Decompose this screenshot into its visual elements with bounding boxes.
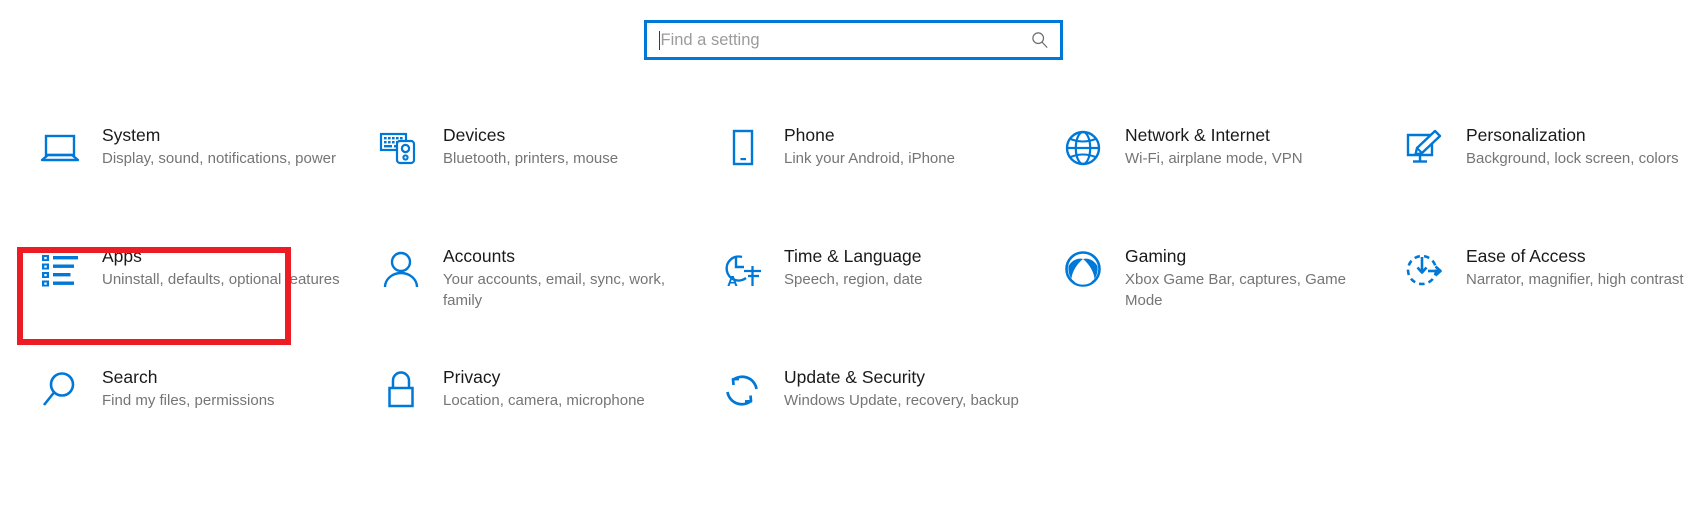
search-icon[interactable] — [1031, 31, 1049, 49]
settings-tile-gaming[interactable]: Gaming Xbox Game Bar, captures, Game Mod… — [1041, 231, 1382, 352]
tile-description: Wi-Fi, airplane mode, VPN — [1125, 150, 1303, 167]
settings-tile-personalization[interactable]: Personalization Background, lock screen,… — [1382, 110, 1706, 231]
settings-tile-network-internet[interactable]: Network & Internet Wi-Fi, airplane mode,… — [1041, 110, 1382, 231]
tile-description: Uninstall, defaults, optional features — [102, 271, 340, 288]
tile-title: Apps — [102, 246, 142, 266]
tile-title: Personalization — [1466, 125, 1586, 145]
phone-icon — [716, 126, 768, 170]
xbox-icon — [1057, 247, 1109, 291]
tile-title: Network & Internet — [1125, 125, 1270, 145]
settings-home-page: System Display, sound, notifications, po… — [0, 0, 1706, 513]
settings-tile-accounts[interactable]: Accounts Your accounts, email, sync, wor… — [359, 231, 700, 352]
tile-text: Network & Internet Wi-Fi, airplane mode,… — [1125, 124, 1364, 169]
tile-description: Your accounts, email, sync, work, family — [443, 271, 666, 309]
settings-tile-ease-of-access[interactable]: Ease of Access Narrator, magnifier, high… — [1382, 231, 1706, 352]
settings-tile-grid: System Display, sound, notifications, po… — [0, 110, 1706, 473]
tile-title: Devices — [443, 125, 506, 145]
tile-text: Ease of Access Narrator, magnifier, high… — [1466, 245, 1705, 290]
tile-title: Accounts — [443, 246, 515, 266]
magnifier-icon — [34, 368, 86, 412]
tile-description: Speech, region, date — [784, 271, 923, 288]
settings-tile-phone[interactable]: Phone Link your Android, iPhone — [700, 110, 1041, 231]
tile-description: Background, lock screen, colors — [1466, 150, 1679, 167]
tile-text: Personalization Background, lock screen,… — [1466, 124, 1705, 169]
settings-tile-search[interactable]: Search Find my files, permissions — [18, 352, 359, 473]
refresh-icon — [716, 368, 768, 412]
svg-text:A: A — [727, 273, 738, 289]
tile-title: Time & Language — [784, 246, 922, 266]
settings-tile-privacy[interactable]: Privacy Location, camera, microphone — [359, 352, 700, 473]
text-caret — [658, 30, 660, 50]
tile-description: Display, sound, notifications, power — [102, 150, 337, 167]
search-input[interactable] — [660, 23, 1026, 57]
tile-text: Apps Uninstall, defaults, optional featu… — [102, 245, 341, 290]
settings-tile-update-security[interactable]: Update & Security Windows Update, recove… — [700, 352, 1041, 473]
search-area — [0, 20, 1706, 60]
tile-description: Windows Update, recovery, backup — [784, 392, 1019, 409]
tile-text: Devices Bluetooth, printers, mouse — [443, 124, 682, 169]
app-list-icon — [34, 247, 86, 291]
tile-description: Find my files, permissions — [102, 392, 275, 409]
tile-text: Time & Language Speech, region, date — [784, 245, 1023, 290]
tile-description: Narrator, magnifier, high contrast — [1466, 271, 1684, 288]
accessibility-clock-icon — [1398, 247, 1450, 291]
tile-text: Phone Link your Android, iPhone — [784, 124, 1023, 169]
tile-title: Gaming — [1125, 246, 1187, 266]
tile-title: Phone — [784, 125, 835, 145]
tile-title: Search — [102, 367, 158, 387]
lock-icon — [375, 368, 427, 412]
search-box[interactable] — [643, 20, 1063, 60]
tile-description: Xbox Game Bar, captures, Game Mode — [1125, 271, 1346, 309]
tile-text: Accounts Your accounts, email, sync, wor… — [443, 245, 682, 311]
tile-text: Gaming Xbox Game Bar, captures, Game Mod… — [1125, 245, 1364, 311]
settings-tile-devices[interactable]: Devices Bluetooth, printers, mouse — [359, 110, 700, 231]
settings-tile-time-language[interactable]: A Time & Language Speech, region, date — [700, 231, 1041, 352]
clock-language-icon: A — [716, 247, 768, 291]
tile-description: Bluetooth, printers, mouse — [443, 150, 619, 167]
globe-icon — [1057, 126, 1109, 170]
tile-text: Search Find my files, permissions — [102, 366, 341, 411]
tile-description: Link your Android, iPhone — [784, 150, 955, 167]
settings-tile-apps[interactable]: Apps Uninstall, defaults, optional featu… — [18, 231, 359, 352]
monitor-brush-icon — [1398, 126, 1450, 170]
tile-description: Location, camera, microphone — [443, 392, 645, 409]
tile-text: Privacy Location, camera, microphone — [443, 366, 682, 411]
tile-title: Update & Security — [784, 367, 926, 387]
tile-title: System — [102, 125, 161, 145]
person-icon — [375, 247, 427, 291]
tile-text: System Display, sound, notifications, po… — [102, 124, 341, 169]
tile-text: Update & Security Windows Update, recove… — [784, 366, 1023, 411]
keyboard-mouse-icon — [375, 126, 427, 170]
tile-title: Privacy — [443, 367, 501, 387]
laptop-icon — [34, 126, 86, 170]
tile-title: Ease of Access — [1466, 246, 1586, 266]
settings-tile-system[interactable]: System Display, sound, notifications, po… — [18, 110, 359, 231]
